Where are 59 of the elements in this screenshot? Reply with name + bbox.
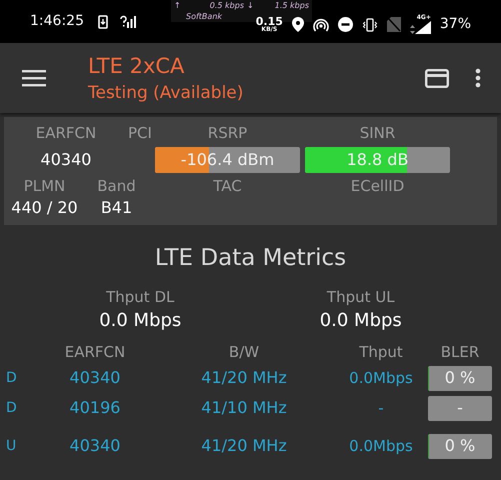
table-cell-text: 0.0Mbps (348, 368, 414, 389)
field-label: RSRP (206, 123, 248, 144)
download-rate-value: 1.5 kbps (274, 0, 309, 11)
do-not-disturb-icon (338, 17, 353, 32)
card-icon[interactable] (425, 68, 449, 88)
meter-reading: 18.8 dB (346, 149, 408, 171)
net-speed: 0.15 (256, 16, 283, 27)
no-sim-icon (386, 17, 401, 32)
hotspot-icon (312, 16, 329, 32)
field-label: ECellID (350, 176, 406, 197)
up-arrow: ↑ (174, 0, 181, 11)
field-value: 40340 (40, 149, 92, 171)
battery-percent: 37% (440, 15, 471, 34)
table-cell-text: 40340 (68, 435, 122, 457)
column-header: BLER (440, 342, 480, 363)
field-value: 440 / 20 (11, 197, 78, 219)
vibrate-icon (362, 18, 378, 32)
table-cell-text: 41/10 MHz (200, 397, 288, 419)
table-cell-text: - (377, 398, 385, 419)
thput-label: Thput DL (105, 287, 176, 307)
field-label: TAC (212, 176, 243, 197)
bler-reading: 0 % (444, 435, 476, 457)
upload-rate-value: 0.5 kbps (210, 0, 244, 11)
field-label: SINR (358, 123, 396, 144)
column-header: Thput (358, 342, 404, 363)
bler-reading: 0 % (444, 367, 476, 389)
bler-reading: - (457, 397, 463, 419)
menu-icon[interactable] (22, 69, 46, 87)
direction-cell-text: D (6, 369, 18, 388)
app-subtitle: Testing (Available) (88, 82, 244, 105)
direction-cell-text: U (6, 437, 18, 456)
app-title: LTE 2xCA (88, 53, 186, 80)
thput-label: Thput UL (326, 287, 396, 307)
cell-signal-icon (414, 21, 431, 34)
thput-value: 0.0 Mbps (98, 309, 182, 333)
column-header: EARFCN (64, 342, 126, 363)
direction-cell-text: D (6, 399, 18, 418)
section-title: LTE Data Metrics (154, 244, 348, 273)
down-arrow: ↓ (247, 0, 254, 11)
carrier-name: SoftBank (185, 11, 222, 22)
field-label: Band (96, 176, 137, 197)
phone-download-icon (98, 14, 108, 28)
column-header: B/W (228, 342, 260, 363)
thput-value: 0.0 Mbps (318, 309, 403, 333)
location-icon (292, 17, 304, 32)
status-time: 1:46:25 (30, 12, 84, 31)
field-label: EARFCN (34, 123, 98, 144)
field-label: PCI (128, 123, 150, 144)
table-cell-text: 40340 (68, 367, 122, 389)
table-cell-text: 41/20 MHz (200, 435, 288, 457)
field-value: B41 (100, 197, 134, 219)
data-arrows-icon (410, 25, 415, 34)
table-cell-text: 40196 (68, 397, 122, 419)
meter-reading: -106.4 dBm (180, 149, 274, 171)
table-cell-text: 41/20 MHz (200, 367, 288, 389)
table-cell-text: 0.0Mbps (348, 436, 414, 457)
more-icon[interactable] (475, 68, 481, 88)
signal-unknown-icon (120, 15, 136, 28)
field-label: PLMN (22, 176, 66, 197)
